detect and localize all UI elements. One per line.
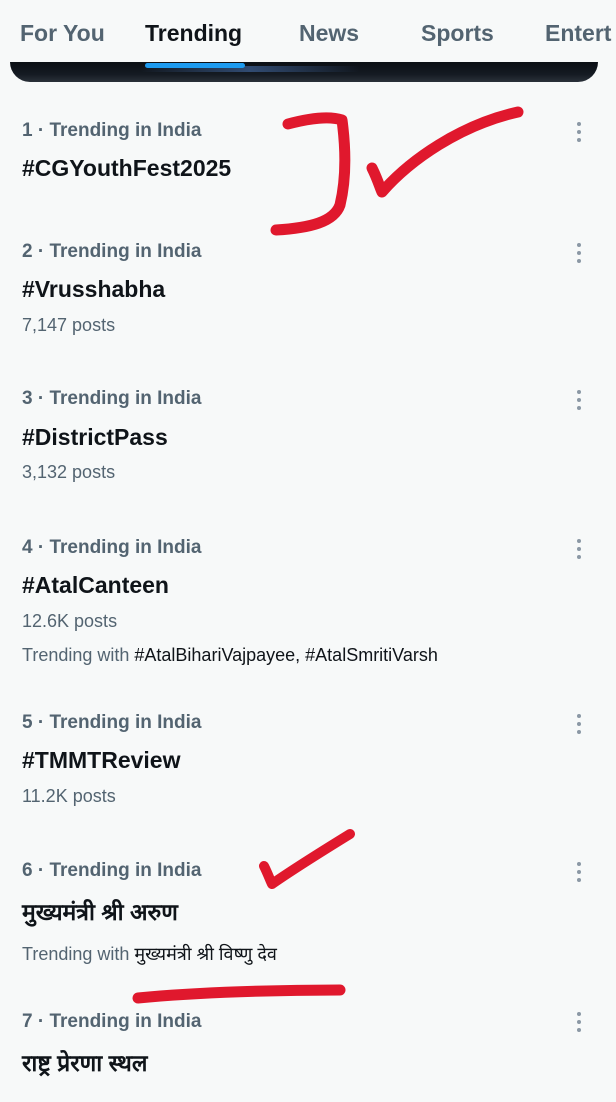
more-vertical-icon[interactable] — [566, 858, 592, 888]
more-vertical-icon[interactable] — [566, 118, 592, 148]
banner-image-edge — [10, 62, 598, 82]
trend-context: 5 · Trending in India — [22, 712, 202, 733]
tab-trending[interactable]: Trending — [145, 20, 242, 47]
trend-post-count: 11.2K posts — [22, 786, 116, 806]
tab-news[interactable]: News — [299, 20, 359, 47]
more-vertical-icon[interactable] — [566, 386, 592, 416]
trend-name[interactable]: #CGYouthFest2025 — [22, 155, 231, 182]
related-hashtags[interactable]: #AtalBihariVajpayee, #AtalSmritiVarsh — [134, 645, 437, 665]
tab-for-you[interactable]: For You — [20, 20, 105, 47]
explore-screen: For You Trending News Sports Entert 1 · … — [0, 0, 616, 1102]
trend-context: 4 · Trending in India — [22, 537, 202, 558]
explore-tabs: For You Trending News Sports Entert — [0, 0, 616, 66]
trend-context: 2 · Trending in India — [22, 241, 202, 262]
trend-name[interactable]: राष्ट्र प्रेरणा स्थल — [22, 1046, 147, 1078]
more-vertical-icon[interactable] — [566, 710, 592, 740]
trend-post-count: 7,147 posts — [22, 315, 116, 335]
trending-with-line: Trending with #AtalBihariVajpayee, #Atal… — [22, 645, 438, 666]
trend-name[interactable]: #TMMTReview — [22, 747, 180, 774]
trend-context: 3 · Trending in India — [22, 388, 202, 409]
tab-entertainment[interactable]: Entert — [545, 20, 611, 47]
trending-with-label: Trending with — [22, 944, 135, 964]
annotation-j-mark — [270, 112, 351, 236]
trend-post-count: 12.6K posts — [22, 611, 118, 631]
more-vertical-icon[interactable] — [566, 535, 592, 565]
trending-with-line: Trending with मुख्यमंत्री श्री विष्णु दे… — [22, 942, 277, 966]
active-tab-indicator — [145, 63, 245, 68]
trend-name[interactable]: #DistrictPass — [22, 424, 168, 451]
related-topic[interactable]: मुख्यमंत्री श्री विष्णु देव — [134, 944, 277, 964]
trend-name[interactable]: मुख्यमंत्री श्री अरुण — [22, 895, 178, 927]
more-vertical-icon[interactable] — [566, 239, 592, 269]
annotation-underline — [132, 984, 346, 1004]
annotation-checkmark — [259, 829, 355, 889]
trend-context: 1 · Trending in India — [22, 120, 202, 141]
trend-context: 7 · Trending in India — [22, 1011, 202, 1032]
trending-with-label: Trending with — [22, 645, 135, 665]
trend-post-count: 3,132 posts — [22, 462, 116, 482]
more-vertical-icon[interactable] — [566, 1008, 592, 1038]
trend-name[interactable]: #AtalCanteen — [22, 572, 169, 599]
trend-name[interactable]: #Vrusshabha — [22, 276, 165, 303]
annotation-checkmark — [366, 106, 524, 198]
trend-context: 6 · Trending in India — [22, 860, 202, 881]
tab-sports[interactable]: Sports — [421, 20, 494, 47]
